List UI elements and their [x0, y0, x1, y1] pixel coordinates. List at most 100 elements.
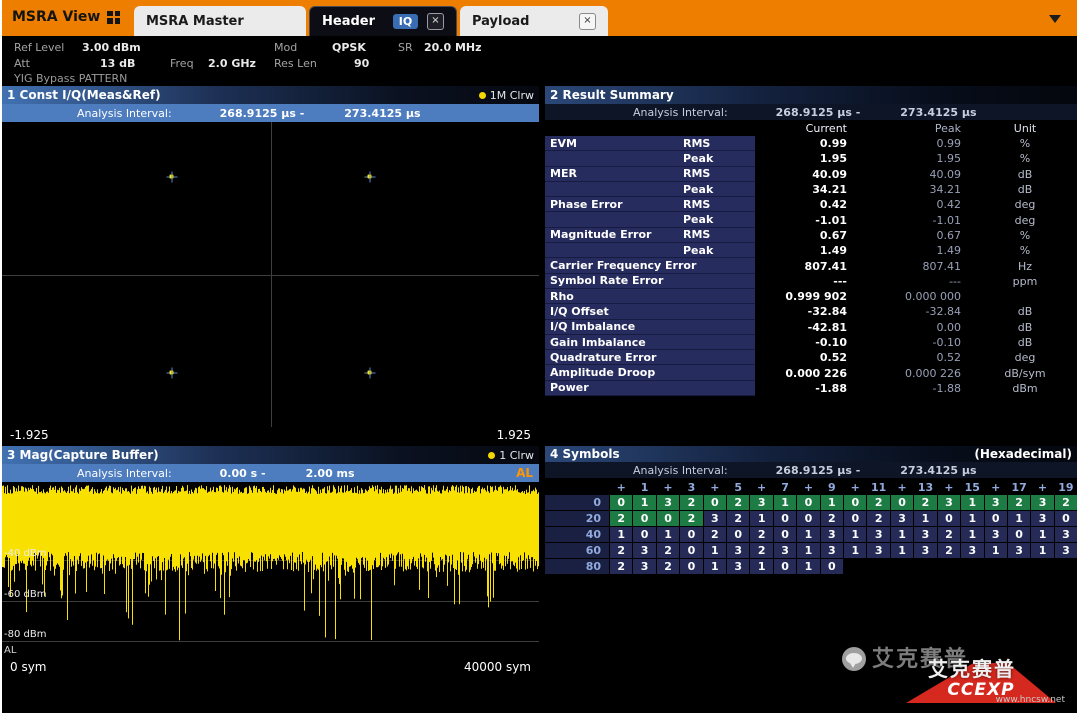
result-row-name: EVM RMS — [545, 136, 755, 152]
dropdown-caret-icon[interactable] — [1049, 15, 1061, 23]
att-value: 13 dB — [100, 57, 136, 70]
symbols-row: 80 2 3 2 0 1 3 1 0 1 0 — [545, 559, 1077, 574]
symbol-cell-empty — [961, 559, 983, 574]
symbol-cell: 0 — [680, 559, 703, 574]
symbol-cell: 1 — [633, 495, 656, 510]
symbol-cell: 2 — [867, 495, 890, 510]
tab-msra-master[interactable]: MSRA Master — [134, 6, 306, 36]
result-row-label: Gain Imbalance — [550, 335, 646, 349]
symbols-row: 40 1 0 1 0 2 0 2 0 1 3 1 3 1 3 2 1 3 0 1 3 — [545, 527, 1078, 542]
result-row-sublabel: Peak — [683, 151, 714, 165]
res-len-value: 90 — [354, 57, 370, 70]
result-peak-value: 0.99 — [936, 137, 962, 151]
tab-label: MSRA Master — [146, 13, 244, 29]
result-peak-value: 0.000 226 — [905, 366, 961, 380]
result-unit: % — [1019, 152, 1031, 166]
tab-payload[interactable]: Payload × — [460, 6, 608, 36]
symbol-cell: 1 — [961, 527, 984, 542]
symbol-cell: 3 — [773, 543, 797, 558]
symbol-cell: 1 — [797, 527, 820, 542]
symbol-cell: 0 — [633, 527, 656, 542]
symbol-cell: 3 — [820, 543, 844, 558]
analysis-interval-from: 268.9125 µs - — [219, 106, 305, 120]
result-current-value: -0.10 — [815, 336, 847, 349]
symbol-cell: 0 — [890, 495, 914, 510]
symbol-cell: 0 — [797, 511, 820, 526]
result-peak-value: 807.41 — [922, 259, 962, 273]
result-row: I/Q Offset -32.84 -32.84 dB — [545, 304, 1077, 320]
result-row-sublabel: RMS — [683, 136, 711, 150]
symbol-cell: 0 — [1007, 527, 1031, 542]
mod-value: QPSK — [332, 41, 366, 54]
x-axis-min: 0 sym — [10, 660, 47, 674]
symbol-cell: 1 — [750, 559, 773, 574]
symbol-cell: 3 — [914, 527, 937, 542]
constellation-plot — [2, 122, 539, 427]
symbol-cell: 1 — [984, 543, 1007, 558]
symbols-format-label: (Hexadecimal) — [974, 447, 1072, 461]
symbols-col-header: 17 — [1011, 480, 1027, 494]
symbol-cell: 0 — [773, 527, 797, 542]
tab-label: Payload — [472, 13, 530, 29]
symbol-cell: 0 — [656, 511, 680, 526]
symbols-col-header: + — [616, 480, 626, 494]
result-peak-value: -1.01 — [932, 213, 961, 227]
const-window-titlebar[interactable]: 1 Const I/Q(Meas&Ref) 1M Clrw — [2, 86, 539, 104]
symbol-cell: 3 — [633, 543, 656, 558]
result-current-value: 40.09 — [812, 167, 847, 181]
result-unit: % — [1019, 228, 1031, 242]
symbol-cell: 3 — [1031, 511, 1054, 526]
result-current-value: 1.95 — [819, 152, 847, 166]
constellation-point — [166, 171, 178, 183]
result-row-label: I/Q Imbalance — [550, 320, 636, 334]
constellation-point — [166, 367, 178, 379]
symbol-cell: 3 — [750, 495, 773, 510]
symbols-col-header: 19 — [1058, 480, 1074, 494]
symbol-cell: 0 — [773, 511, 797, 526]
result-row-name: Symbol Rate Error — [545, 273, 755, 289]
auto-level-marker: AL — [4, 645, 17, 656]
symbols-window: 4 Symbols (Hexadecimal) Analysis Interva… — [545, 446, 1078, 580]
symbol-cell: 1 — [890, 527, 914, 542]
result-row-label: Quadrature Error — [550, 350, 657, 364]
tab-close-icon[interactable]: × — [579, 12, 596, 30]
symbol-cell: 0 — [633, 511, 656, 526]
mag-window-titlebar[interactable]: 3 Mag(Capture Buffer) 1 Clrw — [2, 446, 539, 464]
tab-close-icon[interactable]: × — [427, 13, 444, 30]
symbol-cell: 2 — [610, 543, 633, 558]
wechat-icon — [842, 647, 866, 671]
symbol-cell: 2 — [680, 511, 703, 526]
result-unit: dB — [1017, 167, 1033, 181]
tab-bar: MSRA Master Header IQ × Payload × — [134, 6, 608, 36]
result-peak-value: 0.52 — [936, 351, 962, 365]
layout-grid-icon[interactable] — [107, 10, 121, 24]
result-unit: dB — [1017, 305, 1033, 319]
symbols-row-label: 80 — [545, 559, 609, 574]
result-row-name: Phase Error RMS — [545, 197, 755, 213]
freq-label: Freq — [170, 57, 194, 70]
symbols-col-header: 9 — [828, 480, 836, 494]
symbol-cell: 0 — [797, 495, 820, 510]
result-row-label: MER — [550, 167, 577, 181]
mag-capture-window: 3 Mag(Capture Buffer) 1 Clrw Analysis In… — [2, 446, 539, 675]
result-summary-titlebar[interactable]: 2 Result Summary — [545, 86, 1077, 104]
symbol-cell: 3 — [961, 543, 984, 558]
symbol-cell: 0 — [937, 511, 961, 526]
symbol-cell: 2 — [610, 559, 633, 574]
result-peak-value: 1.95 — [936, 152, 962, 166]
trace-color-dot — [478, 91, 486, 99]
result-row-label: Phase Error — [550, 197, 623, 211]
symbols-col-header: + — [757, 480, 767, 494]
symbol-cell: 3 — [820, 527, 844, 542]
result-row-name: Gain Imbalance — [545, 334, 755, 351]
instrument-screen: MSRA View MSRA Master Header IQ × Payloa… — [2, 0, 1078, 713]
tab-header[interactable]: Header IQ × — [309, 6, 457, 36]
symbol-cell-empty — [938, 559, 960, 574]
symbols-titlebar[interactable]: 4 Symbols (Hexadecimal) — [545, 446, 1077, 462]
result-peak-value: -1.88 — [932, 381, 961, 395]
const-x-axis: -1.925 1.925 — [2, 427, 539, 443]
result-row: Carrier Frequency Error 807.41 807.41 Hz — [545, 258, 1077, 274]
watermark-brand-overlay: 艾克赛普 — [928, 657, 1016, 681]
ref-level-label: Ref Level — [14, 41, 65, 54]
symbols-col-header: + — [944, 480, 954, 494]
